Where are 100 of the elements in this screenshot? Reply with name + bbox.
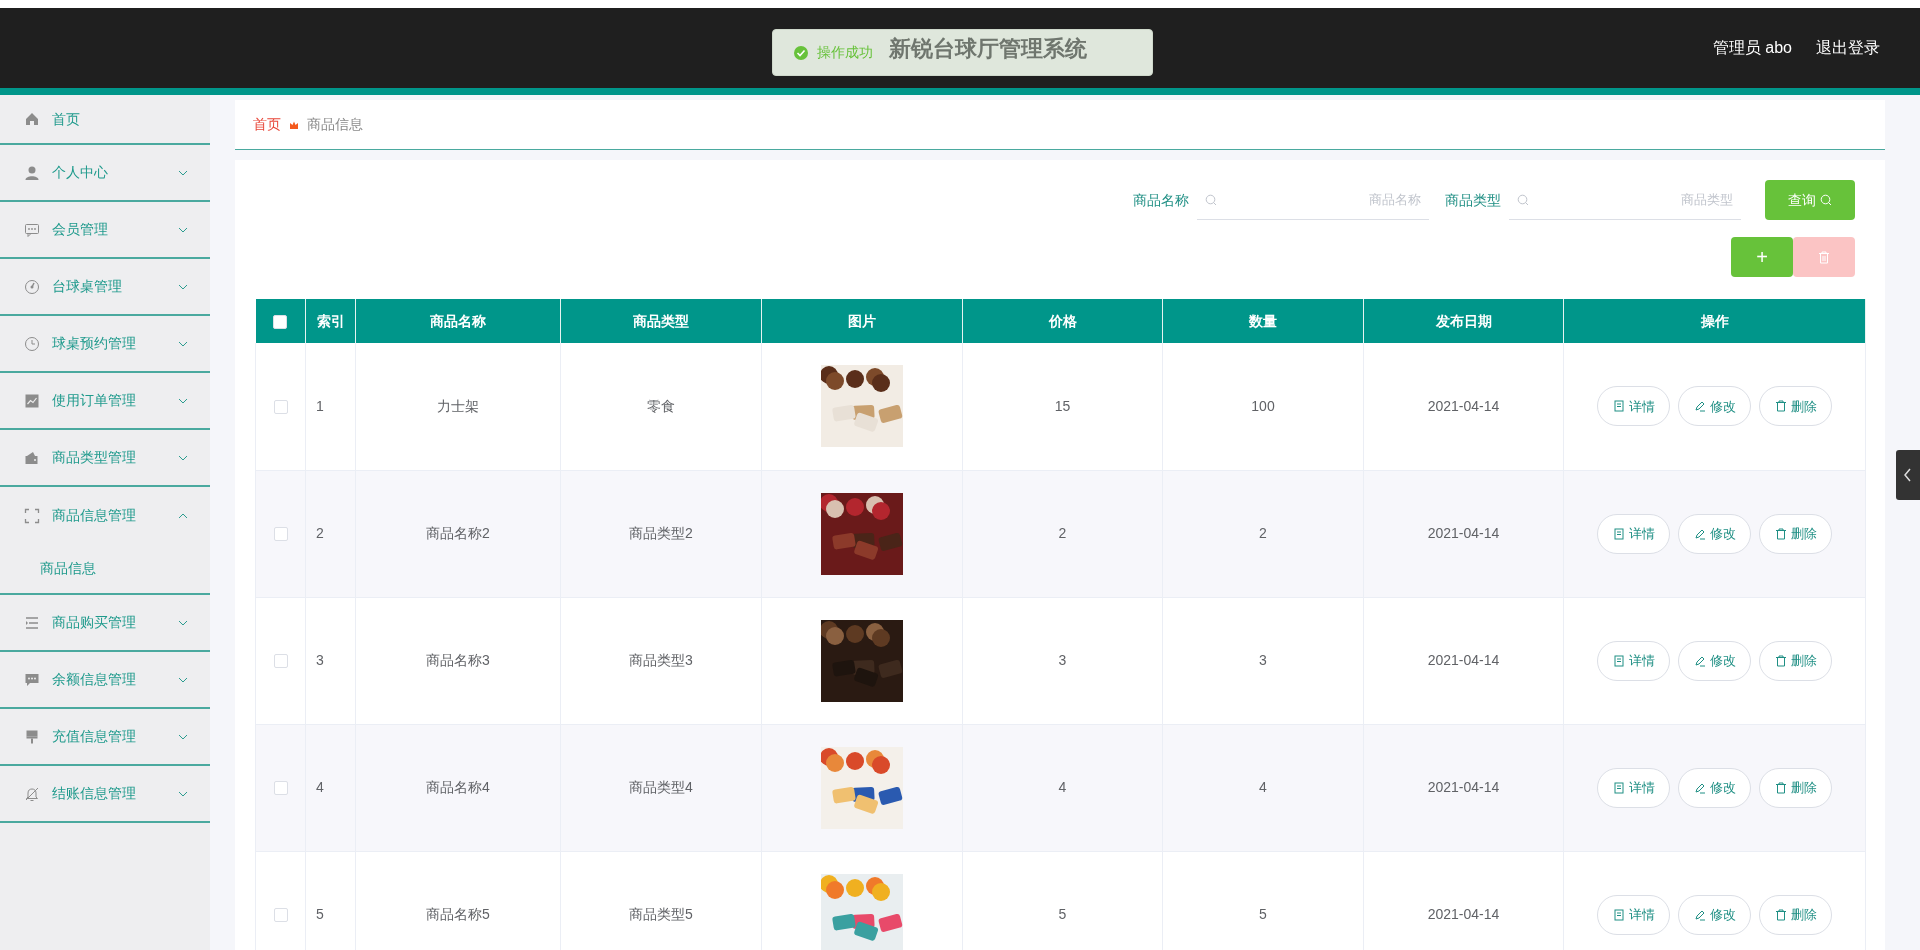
sidebar-item-label: 首页 xyxy=(51,109,81,129)
table-cell: 15 xyxy=(1054,397,1071,414)
table-cell: 商品名称5 xyxy=(426,906,490,922)
sidebar-item-label: 充值信息管理 xyxy=(51,727,137,746)
collapse-handle[interactable] xyxy=(1896,450,1920,500)
sidebar-item[interactable]: 商品信息管理 xyxy=(0,487,210,544)
table-cell: 100 xyxy=(1251,397,1275,414)
table-cell: 商品名称4 xyxy=(426,779,490,795)
sidebar-item-label: 商品购买管理 xyxy=(51,613,137,632)
sidebar-item[interactable]: 充值信息管理 xyxy=(0,709,210,766)
delete-row-button[interactable]: 删除 xyxy=(1759,386,1832,427)
sidebar-item[interactable]: 台球桌管理 xyxy=(0,259,210,316)
chat-icon xyxy=(24,221,40,238)
trash-icon xyxy=(1774,781,1787,794)
trash-icon xyxy=(1774,527,1787,540)
trash-icon xyxy=(1774,908,1787,921)
delete-row-button[interactable]: 删除 xyxy=(1759,513,1832,554)
toast-text: 操作成功 xyxy=(817,43,873,62)
clock-icon xyxy=(24,335,40,352)
sidebar-item-label: 个人中心 xyxy=(51,163,109,182)
details-button[interactable]: 详情 xyxy=(1597,767,1670,808)
column-header: 商品类型 xyxy=(633,312,689,329)
delete-row-button[interactable]: 删除 xyxy=(1759,767,1832,808)
sidebar-item-label: 会员管理 xyxy=(51,220,109,239)
query-button[interactable]: 查询 xyxy=(1765,180,1855,220)
chat-icon xyxy=(24,671,40,688)
document-icon xyxy=(1612,654,1625,667)
sidebar-item[interactable]: 商品购买管理 xyxy=(0,595,210,652)
sidebar-item[interactable]: 余额信息管理 xyxy=(0,652,210,709)
chart-icon xyxy=(24,392,40,409)
search-icon xyxy=(1205,194,1217,206)
column-header: 数量 xyxy=(1249,312,1277,329)
pencil-icon xyxy=(1693,527,1706,540)
table-cell: 零食 xyxy=(647,397,675,414)
edit-button[interactable]: 修改 xyxy=(1678,767,1751,808)
home-icon xyxy=(24,111,40,127)
sidebar-item[interactable]: 会员管理 xyxy=(0,202,210,259)
trash-icon xyxy=(1774,400,1787,413)
table-cell: 4 xyxy=(1058,779,1067,795)
table-cell: 2 xyxy=(1058,525,1067,541)
column-header: 操作 xyxy=(1700,312,1729,329)
search-label: 商品类型 xyxy=(1445,190,1501,210)
delete-row-button[interactable]: 删除 xyxy=(1759,894,1832,935)
table-cell: 2 xyxy=(316,525,324,541)
table-cell: 商品类型4 xyxy=(629,779,693,795)
table-cell: 3 xyxy=(1259,652,1267,668)
table-cell: 商品类型3 xyxy=(629,652,693,668)
table-cell: 2021-04-14 xyxy=(1427,906,1500,922)
row-checkbox[interactable] xyxy=(273,908,288,923)
table-cell: 2021-04-14 xyxy=(1427,397,1500,414)
bell-off-icon xyxy=(24,785,40,802)
edit-button[interactable]: 修改 xyxy=(1678,513,1751,554)
user-name: 管理员 abo xyxy=(1712,38,1792,58)
sidebar-item-label: 商品类型管理 xyxy=(51,448,137,467)
table-cell: 5 xyxy=(316,906,324,922)
add-button[interactable]: + xyxy=(1731,237,1793,277)
sidebar-item[interactable]: 球桌预约管理 xyxy=(0,316,210,373)
table-cell: 4 xyxy=(1259,779,1267,795)
search-icon xyxy=(1820,194,1832,206)
row-checkbox[interactable] xyxy=(273,654,288,669)
logout-link[interactable]: 退出登录 xyxy=(1816,36,1880,60)
details-button[interactable]: 详情 xyxy=(1597,386,1670,427)
row-checkbox[interactable] xyxy=(273,400,288,415)
sidebar-item[interactable]: 个人中心 xyxy=(0,145,210,202)
sidebar-item[interactable]: 结账信息管理 xyxy=(0,766,210,823)
table-cell: 3 xyxy=(316,652,324,668)
sidebar-item-label: 商品信息管理 xyxy=(51,506,137,525)
table-cell: 2021-04-14 xyxy=(1427,652,1500,668)
sidebar-item[interactable]: 首页 xyxy=(0,95,210,145)
gauge-icon xyxy=(24,278,40,295)
details-button[interactable]: 详情 xyxy=(1597,894,1670,935)
column-header: 商品名称 xyxy=(430,312,486,329)
table-cell: 商品类型2 xyxy=(629,525,693,541)
chevron-left-icon xyxy=(1903,468,1913,482)
row-checkbox[interactable] xyxy=(273,781,288,796)
select-all-checkbox[interactable] xyxy=(273,314,288,329)
delete-row-button[interactable]: 删除 xyxy=(1759,640,1832,681)
details-button[interactable]: 详情 xyxy=(1597,513,1670,554)
table-cell: 5 xyxy=(1058,906,1067,922)
edit-button[interactable]: 修改 xyxy=(1678,386,1751,427)
person-icon xyxy=(24,164,40,181)
sidebar-subitem[interactable]: 商品信息 xyxy=(0,544,210,593)
search-icon xyxy=(1517,194,1529,206)
table-cell: 1 xyxy=(316,397,324,414)
pencil-icon xyxy=(1693,654,1706,667)
pencil-icon xyxy=(1693,400,1706,413)
pencil-icon xyxy=(1693,781,1706,794)
edit-button[interactable]: 修改 xyxy=(1678,894,1751,935)
document-icon xyxy=(1612,527,1625,540)
sidebar-item-label: 结账信息管理 xyxy=(51,784,137,803)
details-button[interactable]: 详情 xyxy=(1597,640,1670,681)
row-checkbox[interactable] xyxy=(273,527,288,542)
pencil-icon xyxy=(1693,908,1706,921)
breadcrumb-link[interactable]: 首页 xyxy=(253,114,281,135)
search-label: 商品名称 xyxy=(1133,190,1189,210)
document-icon xyxy=(1612,400,1625,413)
edit-button[interactable]: 修改 xyxy=(1678,640,1751,681)
sidebar-item[interactable]: 商品类型管理 xyxy=(0,430,210,487)
table-cell: 商品名称3 xyxy=(426,652,490,668)
sidebar-item[interactable]: 使用订单管理 xyxy=(0,373,210,430)
